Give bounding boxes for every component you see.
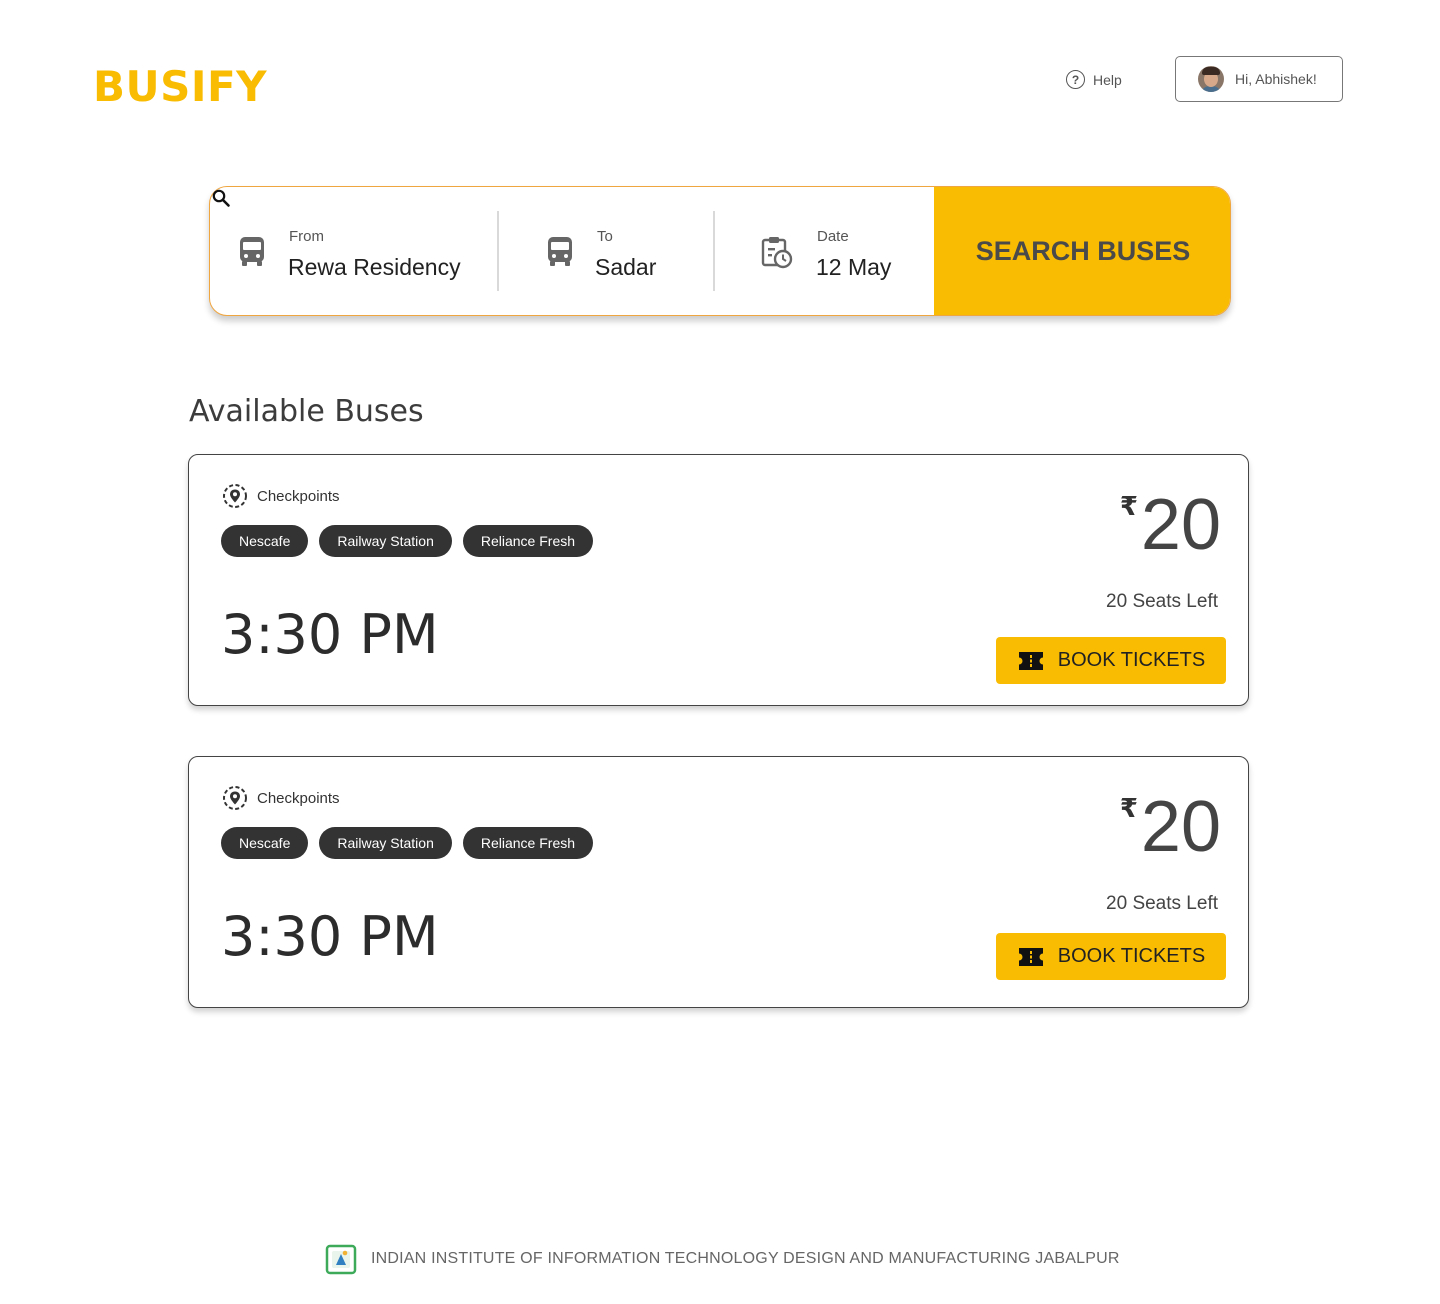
ticket-icon xyxy=(1018,651,1043,670)
search-icon xyxy=(212,189,230,207)
departure-time: 3:30 PM xyxy=(221,905,439,968)
book-tickets-label: BOOK TICKETS xyxy=(1057,649,1206,671)
bus-icon xyxy=(548,237,572,266)
institute-name: INDIAN INSTITUTE OF INFORMATION TECHNOLO… xyxy=(371,1250,1120,1267)
book-tickets-button[interactable]: BOOK TICKETS xyxy=(996,637,1226,684)
rupee-icon: ₹ xyxy=(1119,793,1138,823)
checkpoint-list: Nescafe Railway Station Reliance Fresh xyxy=(221,525,594,557)
user-menu-button[interactable]: Hi, Abhishek! xyxy=(1175,56,1343,102)
checkpoint-chip[interactable]: Reliance Fresh xyxy=(462,827,594,859)
checkpoint-chip[interactable]: Railway Station xyxy=(319,525,452,557)
search-bar: From Rewa Residency To Sadar Date 12 May… xyxy=(209,186,1231,316)
date-label: Date xyxy=(817,228,849,245)
avatar xyxy=(1198,66,1224,92)
help-icon: ? xyxy=(1066,70,1085,89)
from-field[interactable]: From Rewa Residency xyxy=(210,187,498,315)
fare-amount: 20 xyxy=(1140,787,1221,867)
departure-time: 3:30 PM xyxy=(221,603,439,666)
help-link[interactable]: ? Help xyxy=(1066,70,1122,89)
section-title: Available Buses xyxy=(189,394,424,429)
checkpoint-chip[interactable]: Nescafe xyxy=(221,525,309,557)
date-field[interactable]: Date 12 May xyxy=(715,187,934,315)
rupee-icon: ₹ xyxy=(1119,491,1138,521)
fare: ₹ 20 xyxy=(1120,785,1221,863)
fare-amount: 20 xyxy=(1140,485,1221,565)
book-tickets-label: BOOK TICKETS xyxy=(1057,945,1206,967)
calendar-clock-icon xyxy=(761,237,793,269)
ticket-icon xyxy=(1018,947,1043,966)
institute-logo-icon xyxy=(325,1244,357,1275)
checkpoint-chip[interactable]: Nescafe xyxy=(221,827,309,859)
help-label: Help xyxy=(1093,71,1122,88)
fare: ₹ 20 xyxy=(1120,483,1221,561)
seats-left: 20 Seats Left xyxy=(1106,591,1218,612)
user-greeting: Hi, Abhishek! xyxy=(1235,71,1317,87)
checkpoint-icon xyxy=(223,484,247,508)
to-label: To xyxy=(597,228,613,245)
checkpoint-chip[interactable]: Reliance Fresh xyxy=(462,525,594,557)
date-value[interactable]: 12 May xyxy=(816,254,891,281)
to-field[interactable]: To Sadar xyxy=(499,187,713,315)
checkpoint-chip[interactable]: Railway Station xyxy=(319,827,452,859)
checkpoint-list: Nescafe Railway Station Reliance Fresh xyxy=(221,827,594,859)
bus-card: Checkpoints Nescafe Railway Station Reli… xyxy=(188,454,1249,706)
checkpoint-icon xyxy=(223,786,247,810)
checkpoints-label: Checkpoints xyxy=(257,487,340,505)
brand-logo[interactable]: BUSIFY xyxy=(93,62,267,111)
bus-icon xyxy=(240,237,264,266)
from-label: From xyxy=(289,228,324,245)
search-buses-button[interactable]: SEARCH BUSES xyxy=(934,187,1230,315)
seats-left: 20 Seats Left xyxy=(1106,893,1218,914)
book-tickets-button[interactable]: BOOK TICKETS xyxy=(996,933,1226,980)
footer: INDIAN INSTITUTE OF INFORMATION TECHNOLO… xyxy=(325,1243,1120,1275)
checkpoints-label: Checkpoints xyxy=(257,789,340,807)
to-value[interactable]: Sadar xyxy=(595,254,656,281)
from-value[interactable]: Rewa Residency xyxy=(288,254,461,281)
bus-card: Checkpoints Nescafe Railway Station Reli… xyxy=(188,756,1249,1008)
